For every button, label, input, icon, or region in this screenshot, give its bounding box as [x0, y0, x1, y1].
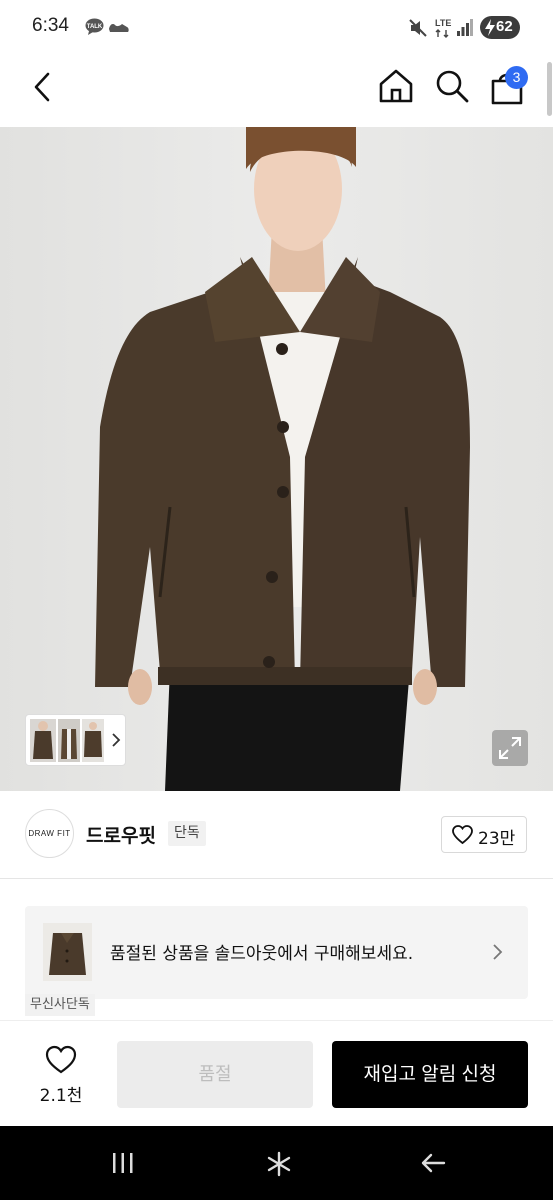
- talk-icon: TALK: [85, 18, 104, 35]
- battery-charging-icon: [485, 19, 495, 36]
- heart-icon: [452, 825, 473, 845]
- wishlist-count: 2.1천: [39, 1086, 83, 1106]
- thumbnail-2[interactable]: [58, 719, 80, 762]
- battery-level: 62: [496, 18, 513, 35]
- mute-icon: [409, 19, 427, 37]
- chevron-right-icon: [493, 944, 503, 960]
- cart-badge: 3: [505, 66, 528, 89]
- status-time: 6:34: [32, 15, 69, 36]
- thumbnail-3[interactable]: [82, 719, 104, 762]
- like-count: 23만: [478, 829, 516, 849]
- product-image[interactable]: [0, 127, 553, 791]
- heart-icon: [45, 1045, 77, 1074]
- svg-text:TALK: TALK: [87, 24, 103, 30]
- lte-icon: LTE: [435, 18, 451, 38]
- soldout-button: 품절: [117, 1041, 313, 1108]
- action-bar: 2.1천 품절 재입고 알림 신청: [0, 1020, 553, 1126]
- svg-text:LTE: LTE: [435, 18, 451, 28]
- brand-like-button[interactable]: 23만: [441, 816, 527, 853]
- home-key-icon[interactable]: [266, 1151, 292, 1177]
- top-nav: [0, 56, 553, 127]
- brand-logo[interactable]: DRAW FIT: [25, 809, 74, 858]
- search-icon[interactable]: [434, 68, 470, 104]
- home-icon[interactable]: [378, 68, 414, 104]
- battery-indicator: 62: [480, 16, 520, 39]
- brand-name[interactable]: 드로우핏: [86, 821, 156, 848]
- scroll-indicator: [547, 62, 552, 116]
- thumbnail-1[interactable]: [30, 719, 56, 762]
- wishlist-button[interactable]: 2.1천: [30, 1041, 92, 1107]
- status-bar: 6:34 TALK LTE 62: [0, 0, 553, 56]
- banner-text: 품절된 상품을 솔드아웃에서 구매해보세요.: [110, 944, 414, 964]
- system-nav-bar: [0, 1126, 553, 1200]
- recent-apps-icon[interactable]: [111, 1152, 135, 1174]
- signal-icon: [457, 19, 473, 36]
- exclusive-badge: 단독: [168, 821, 206, 846]
- brand-row: DRAW FIT 드로우핏 단독 23만: [0, 791, 553, 879]
- thumbnail-strip[interactable]: [25, 714, 126, 766]
- restock-alert-button[interactable]: 재입고 알림 신청: [332, 1041, 528, 1108]
- back-icon[interactable]: [28, 70, 60, 104]
- chevron-right-icon[interactable]: [110, 732, 122, 748]
- shoe-icon: [109, 24, 129, 32]
- soldout-banner[interactable]: 품절된 상품을 솔드아웃에서 구매해보세요.: [25, 906, 528, 999]
- banner-product-thumbnail: [43, 923, 92, 981]
- back-key-icon[interactable]: [420, 1153, 446, 1173]
- exclusive-tag: 무신사단독: [25, 994, 95, 1016]
- expand-icon[interactable]: [492, 730, 528, 766]
